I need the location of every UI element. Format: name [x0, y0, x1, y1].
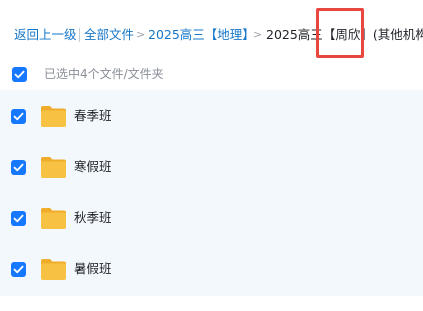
breadcrumb-level1[interactable]: 2025高三【地理】	[148, 27, 255, 43]
highlight-annotation-box	[316, 8, 364, 58]
breadcrumb-all-files[interactable]: 全部文件	[84, 27, 134, 43]
checkmark-icon	[14, 70, 25, 79]
checkmark-icon	[13, 214, 24, 223]
checkmark-icon	[13, 112, 24, 121]
list-item[interactable]: 寒假班	[0, 142, 423, 193]
chevron-right-icon: >	[253, 28, 263, 41]
select-all-checkbox[interactable]	[12, 67, 27, 82]
folder-name[interactable]: 暑假班	[74, 261, 112, 277]
back-link[interactable]: 返回上一级	[14, 27, 77, 43]
folder-name[interactable]: 寒假班	[74, 159, 112, 175]
list-item[interactable]: 秋季班	[0, 193, 423, 244]
folder-icon	[41, 208, 66, 229]
row-checkbox[interactable]	[11, 160, 26, 175]
select-all-bar: 已选中4个文件/文件夹	[0, 60, 423, 90]
folder-icon	[41, 157, 66, 178]
checkmark-icon	[13, 265, 24, 274]
row-checkbox[interactable]	[11, 211, 26, 226]
list-item[interactable]: 春季班	[0, 91, 423, 142]
folder-icon	[41, 106, 66, 127]
file-list: 春季班 寒假班 秋季班 暑假班	[0, 90, 423, 296]
row-checkbox[interactable]	[11, 262, 26, 277]
breadcrumb-current-prefix: 2025高三	[266, 27, 323, 42]
breadcrumb-divider	[79, 28, 80, 42]
selection-summary: 已选中4个文件/文件夹	[44, 67, 164, 81]
folder-name[interactable]: 秋季班	[74, 210, 112, 226]
checkmark-icon	[13, 163, 24, 172]
folder-icon	[41, 259, 66, 280]
list-item[interactable]: 暑假班	[0, 244, 423, 295]
breadcrumb-current-suffix: (其他机构...	[372, 27, 423, 42]
breadcrumb: 返回上一级 全部文件 > 2025高三【地理】 > 2025高三【周欣】(其他机…	[0, 0, 423, 66]
folder-name[interactable]: 春季班	[74, 108, 112, 124]
chevron-right-icon: >	[136, 28, 146, 41]
row-checkbox[interactable]	[11, 109, 26, 124]
